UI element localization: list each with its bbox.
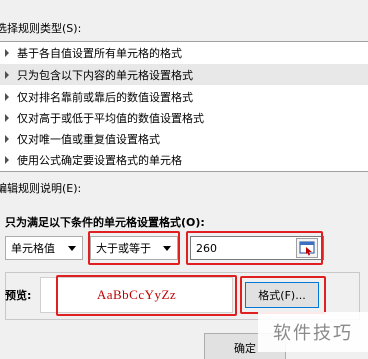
value-highlight-box xyxy=(186,231,323,265)
watermark-text: 软件技巧 xyxy=(273,323,353,344)
rule-type-item-unique-duplicate[interactable]: 仅对唯一值或重复值设置格式 xyxy=(0,128,368,149)
chevron-down-icon xyxy=(68,246,76,251)
rule-type-item-label: 仅对唯一值或重复值设置格式 xyxy=(17,132,160,146)
rule-type-item-formula[interactable]: 使用公式确定要设置格式的单元格 xyxy=(0,149,368,170)
format-highlight-box xyxy=(240,276,326,314)
rule-type-item-cells-containing[interactable]: 只为包含以下内容的单元格设置格式 xyxy=(0,64,368,85)
rule-type-item-top-bottom[interactable]: 仅对排名靠前或靠后的数值设置格式 xyxy=(0,86,368,107)
rule-type-item-above-below-average[interactable]: 仅对高于或低于平均值的数值设置格式 xyxy=(0,107,368,128)
rule-type-item-label: 仅对高于或低于平均值的数值设置格式 xyxy=(17,111,204,125)
rule-type-item-label: 只为包含以下内容的单元格设置格式 xyxy=(17,68,193,82)
triangle-right-icon xyxy=(5,48,9,57)
watermark: 软件技巧 xyxy=(258,312,368,352)
new-formatting-rule-dialog: 选择规则类型(S): 基于各自值设置所有单元格的格式 只为包含以下内容的单元格设… xyxy=(0,0,368,359)
triangle-right-icon xyxy=(5,92,9,101)
cell-value-select-text: 单元格值 xyxy=(11,242,55,255)
ok-button-label: 确定 xyxy=(234,342,256,355)
triangle-right-icon xyxy=(5,155,9,164)
rule-type-list: 基于各自值设置所有单元格的格式 只为包含以下内容的单元格设置格式 仅对排名靠前或… xyxy=(0,41,368,172)
rule-type-item-label: 使用公式确定要设置格式的单元格 xyxy=(17,153,182,167)
triangle-right-icon xyxy=(5,134,9,143)
rule-type-item-label: 仅对排名靠前或靠后的数值设置格式 xyxy=(17,90,193,104)
rule-type-item-each-value[interactable]: 基于各自值设置所有单元格的格式 xyxy=(0,42,368,63)
rule-type-label: 选择规则类型(S): xyxy=(0,22,82,35)
preview-label: 预览: xyxy=(5,289,32,302)
rule-type-item-label: 基于各自值设置所有单元格的格式 xyxy=(17,46,182,60)
rule-description-label: 编辑规则说明(E): xyxy=(0,182,82,195)
operator-highlight-box xyxy=(88,231,180,265)
triangle-right-icon xyxy=(5,113,9,122)
preview-highlight-box xyxy=(56,275,237,316)
condition-title: 只为满足以下条件的单元格设置格式(O): xyxy=(5,216,205,229)
cell-value-select[interactable]: 单元格值 xyxy=(5,236,83,260)
triangle-right-icon xyxy=(5,70,9,79)
